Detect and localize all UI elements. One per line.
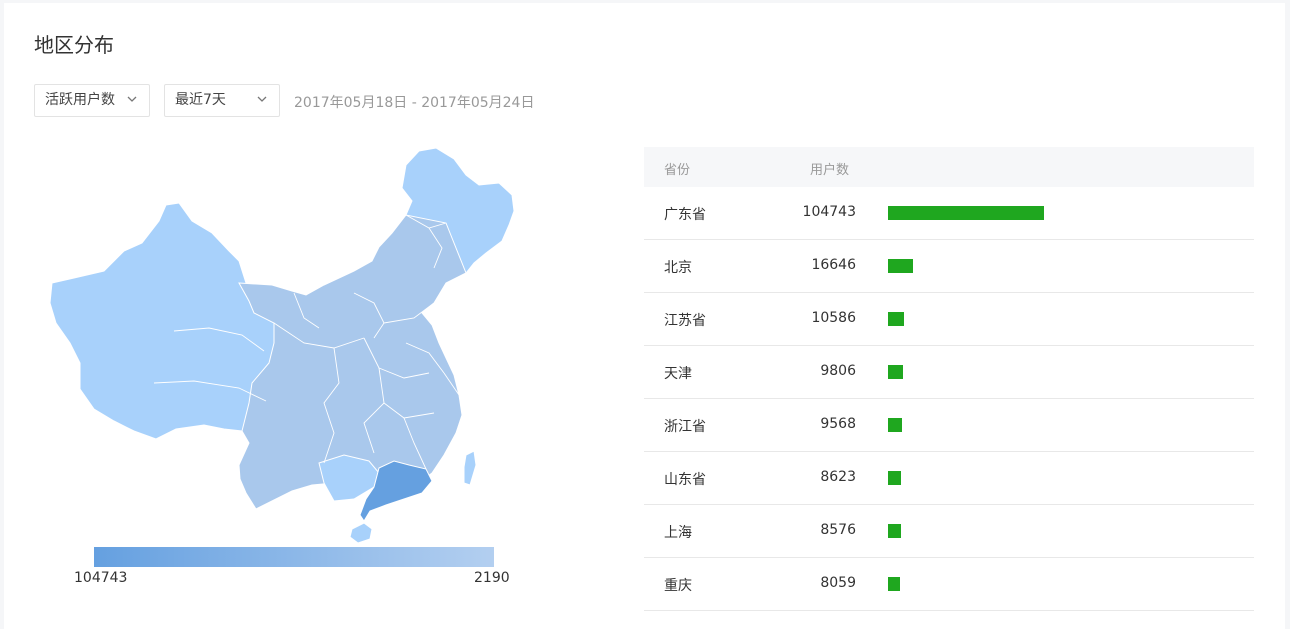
page-title: 地区分布 xyxy=(34,33,114,57)
row-users: 9806 xyxy=(820,363,856,379)
table-row[interactable]: 天津 9806 xyxy=(644,346,1254,399)
metric-select[interactable]: 活跃用户数 xyxy=(34,84,150,117)
chevron-down-icon xyxy=(127,96,137,102)
table-row[interactable]: 浙江省 9568 xyxy=(644,399,1254,452)
row-value-bar xyxy=(888,524,901,538)
map-region-hainan[interactable] xyxy=(349,522,373,544)
row-value-bar xyxy=(888,471,901,485)
row-value-bar xyxy=(888,312,904,326)
column-header-province: 省份 xyxy=(664,163,691,178)
map-region-taiwan[interactable] xyxy=(463,450,477,486)
province-table: 省份 用户数 广东省 104743 北京 16646 江苏省 10586 天津 9806 浙江省… xyxy=(644,147,1254,611)
china-map-svg xyxy=(49,147,515,544)
chevron-down-icon xyxy=(257,96,267,102)
table-row[interactable]: 上海 8576 xyxy=(644,505,1254,558)
row-users: 8576 xyxy=(820,522,856,538)
row-users: 9568 xyxy=(820,416,856,432)
row-province: 江苏省 xyxy=(664,313,706,329)
row-value-bar xyxy=(888,365,903,379)
map-legend-gradient[interactable] xyxy=(94,547,494,567)
table-row[interactable]: 山东省 8623 xyxy=(644,452,1254,505)
row-value-bar xyxy=(888,577,900,591)
row-users: 16646 xyxy=(811,257,856,273)
date-range-text: 2017年05月18日 - 2017年05月24日 xyxy=(294,95,535,111)
row-province: 北京 xyxy=(664,260,692,276)
table-body: 广东省 104743 北京 16646 江苏省 10586 天津 9806 浙江省 9568 山东省… xyxy=(644,187,1254,611)
column-header-users: 用户数 xyxy=(810,163,850,178)
table-header: 省份 用户数 xyxy=(644,147,1254,187)
legend-max-label: 2190 xyxy=(474,570,510,586)
legend-min-label: 104743 xyxy=(74,570,128,586)
row-value-bar xyxy=(888,259,913,273)
table-row[interactable]: 重庆 8059 xyxy=(644,558,1254,611)
row-value-bar xyxy=(888,206,1044,220)
row-province: 重庆 xyxy=(664,578,692,594)
row-province: 天津 xyxy=(664,366,692,382)
row-province: 浙江省 xyxy=(664,419,706,435)
table-row[interactable]: 江苏省 10586 xyxy=(644,293,1254,346)
row-province: 山东省 xyxy=(664,472,706,488)
row-value-bar xyxy=(888,418,902,432)
row-province: 上海 xyxy=(664,525,692,541)
row-province: 广东省 xyxy=(664,207,706,223)
range-select[interactable]: 最近7天 xyxy=(164,84,280,117)
row-users: 104743 xyxy=(802,204,856,220)
china-map xyxy=(34,143,534,553)
range-select-value: 最近7天 xyxy=(175,92,226,108)
table-row[interactable]: 北京 16646 xyxy=(644,240,1254,293)
row-users: 10586 xyxy=(811,310,856,326)
metric-select-value: 活跃用户数 xyxy=(45,92,115,108)
table-row[interactable]: 广东省 104743 xyxy=(644,187,1254,240)
row-users: 8059 xyxy=(820,575,856,591)
row-users: 8623 xyxy=(820,469,856,485)
region-distribution-card: 地区分布 活跃用户数 最近7天 2017年05月18日 - 2017年05月24… xyxy=(4,3,1285,629)
